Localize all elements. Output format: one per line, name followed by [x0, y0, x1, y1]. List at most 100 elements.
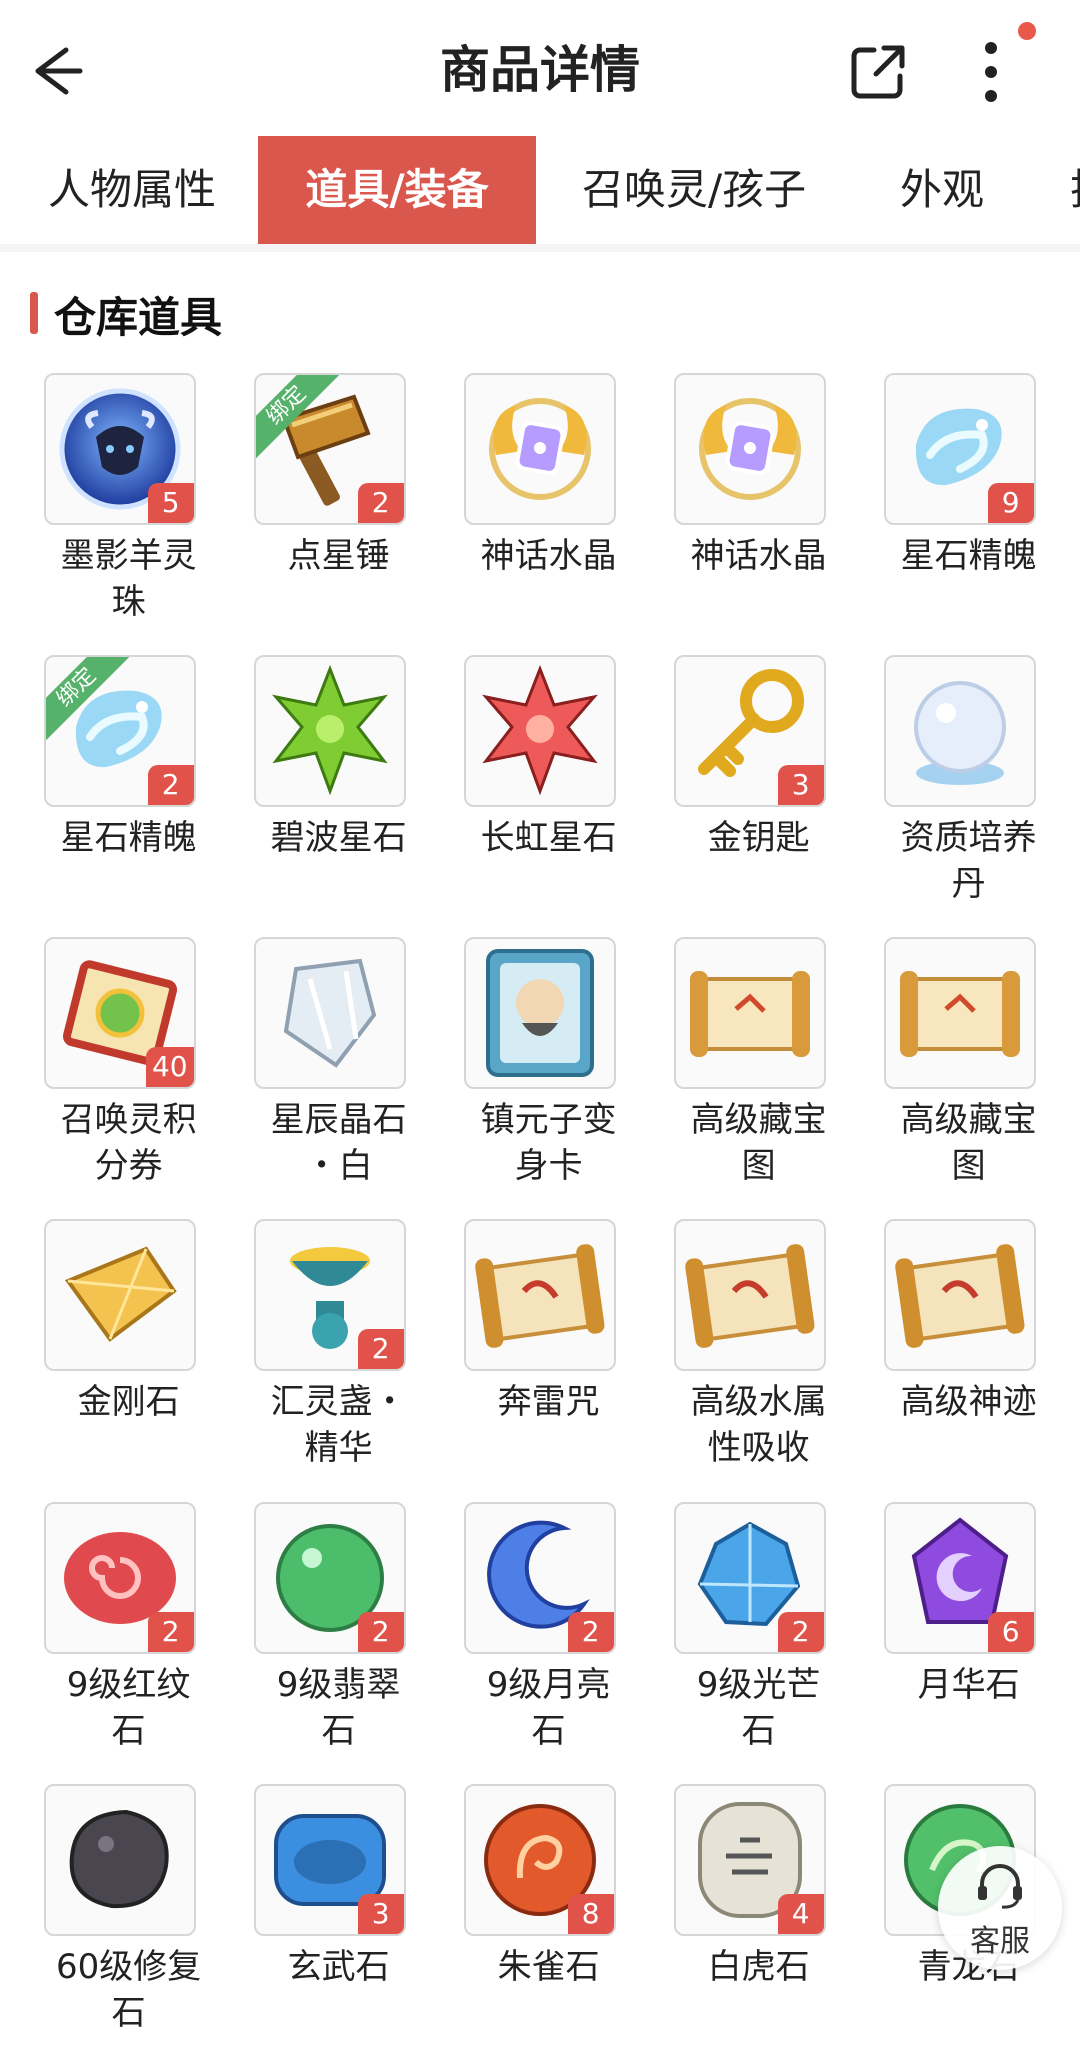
tab-items-equipment[interactable]: 道具/装备 [258, 136, 536, 244]
item-name: 碧波星石 [270, 817, 407, 858]
item-count-badge: 2 [147, 1611, 194, 1652]
item-name: 9级光芒 石 [696, 1664, 821, 1751]
item-name: 星石精魄 [60, 817, 197, 858]
item-count-badge: 6 [987, 1611, 1034, 1652]
white-crystal-icon [283, 958, 376, 1068]
item-name: 召唤灵积 分券 [60, 1100, 197, 1187]
item-name: 星辰晶石 ・白 [270, 1100, 407, 1187]
item-count-badge: 8 [567, 1893, 614, 1934]
category-tabs: 人物属性 道具/装备 召唤灵/孩子 外观 技 [0, 136, 1080, 246]
item-icon-tile[interactable]: 3 [673, 654, 826, 807]
green-star-icon [271, 664, 388, 796]
item-name: 金刚石 [77, 1382, 180, 1423]
item-icon-tile[interactable] [43, 1783, 196, 1936]
item-name: 汇灵盏・ 精华 [270, 1382, 407, 1469]
item-name: 点星锤 [287, 535, 390, 576]
item-count-badge: 9 [987, 482, 1034, 523]
more-options-icon[interactable] [966, 36, 1016, 108]
treasure-map-icon [689, 971, 810, 1058]
item-icon-tile[interactable] [673, 1219, 826, 1372]
item-name: 60级修复 石 [55, 1946, 202, 2033]
item-name: 神话水晶 [480, 535, 617, 576]
item-count-badge: 2 [357, 1611, 404, 1652]
item-icon-tile[interactable]: 6 [883, 1501, 1036, 1654]
item-name: 神话水晶 [690, 535, 827, 576]
customer-service-label: 客服 [970, 1924, 1030, 1959]
item-count-badge: 3 [357, 1893, 404, 1934]
item-name: 镇元子变 身卡 [480, 1100, 617, 1187]
tab-summons-children[interactable]: 召唤灵/孩子 [582, 136, 806, 244]
item-icon-tile[interactable]: 绑定 2 [253, 372, 406, 525]
item-icon-tile[interactable]: 2 [463, 1501, 616, 1654]
item-icon-tile[interactable] [673, 372, 826, 525]
repair-stone-icon [69, 1809, 169, 1908]
item-name: 白虎石 [707, 1946, 810, 1987]
item-icon-tile[interactable] [883, 1219, 1036, 1372]
item-name: 9级翡翠 石 [276, 1664, 401, 1751]
item-icon-tile[interactable]: 4 [673, 1783, 826, 1936]
item-name: 长虹星石 [480, 817, 617, 858]
section-title: 仓库道具 [54, 293, 223, 342]
myth-crystal-icon [488, 397, 591, 500]
item-icon-tile[interactable] [673, 937, 826, 1090]
scroll-icon [684, 1244, 815, 1349]
red-star-icon [481, 664, 598, 796]
item-icon-tile[interactable]: 2 [253, 1501, 406, 1654]
item-name: 高级藏宝 图 [900, 1100, 1037, 1187]
item-icon-tile[interactable]: 9 [883, 372, 1036, 525]
item-icon-tile[interactable] [463, 937, 616, 1090]
section-marker [30, 292, 38, 334]
item-name: 朱雀石 [497, 1946, 600, 1987]
item-icon-tile[interactable]: 2 [673, 1501, 826, 1654]
page-title: 商品详情 [440, 41, 640, 99]
item-icon-tile[interactable]: 2 [43, 1501, 196, 1654]
headset-icon [978, 1864, 1022, 1909]
notification-dot [1018, 22, 1036, 40]
item-name: 月华石 [917, 1664, 1020, 1705]
item-name: 高级水属 性吸收 [690, 1382, 827, 1469]
tab-divider [0, 244, 1080, 252]
item-icon-tile[interactable] [463, 654, 616, 807]
myth-crystal-icon [698, 397, 801, 500]
item-count-badge: 4 [777, 1893, 824, 1934]
snow-orb-icon [913, 680, 1006, 785]
item-icon-tile[interactable] [463, 372, 616, 525]
share-icon[interactable] [846, 40, 910, 104]
customer-service-button[interactable]: 客服 [938, 1846, 1062, 1970]
item-name: 玄武石 [287, 1946, 390, 1987]
item-icon-tile[interactable] [883, 937, 1036, 1090]
item-icon-tile[interactable]: 5 [43, 372, 196, 525]
item-count-badge: 2 [147, 764, 194, 805]
item-icon-tile[interactable]: 8 [463, 1783, 616, 1936]
item-name: 金钥匙 [707, 817, 810, 858]
item-icon-tile[interactable]: 3 [253, 1783, 406, 1936]
tab-skills[interactable]: 技 [1070, 136, 1080, 244]
item-icon-tile[interactable] [253, 654, 406, 807]
item-name: 9级月亮 石 [486, 1664, 611, 1751]
item-icon-tile[interactable]: 40 [43, 937, 196, 1090]
item-icon-tile[interactable] [463, 1219, 616, 1372]
app-header: 商品详情 [0, 0, 1080, 136]
item-icon-tile[interactable] [43, 1219, 196, 1372]
scroll-icon [474, 1244, 605, 1349]
tab-character-attributes[interactable]: 人物属性 [48, 136, 216, 244]
item-icon-tile[interactable]: 2 [253, 1219, 406, 1372]
item-count-badge: 2 [777, 1611, 824, 1652]
item-icon-tile[interactable]: 绑定 2 [43, 654, 196, 807]
item-icon-tile[interactable] [253, 937, 406, 1090]
item-count-badge: 2 [567, 1611, 614, 1652]
tab-appearance[interactable]: 外观 [900, 136, 984, 244]
item-name: 资质培养 丹 [900, 817, 1037, 904]
scroll-icon [894, 1244, 1025, 1349]
item-name: 高级藏宝 图 [690, 1100, 827, 1187]
item-icon-tile[interactable] [883, 654, 1036, 807]
item-count-badge: 3 [777, 764, 824, 805]
item-name: 墨影羊灵 珠 [60, 535, 197, 622]
item-count-badge: 40 [145, 1047, 194, 1088]
item-name: 9级红纹 石 [66, 1664, 191, 1751]
diamond-gold-icon [64, 1246, 177, 1343]
item-name: 星石精魄 [900, 535, 1037, 576]
item-count-badge: 2 [357, 1329, 404, 1370]
item-name: 奔雷咒 [497, 1382, 600, 1423]
item-count-badge: 2 [357, 482, 404, 523]
